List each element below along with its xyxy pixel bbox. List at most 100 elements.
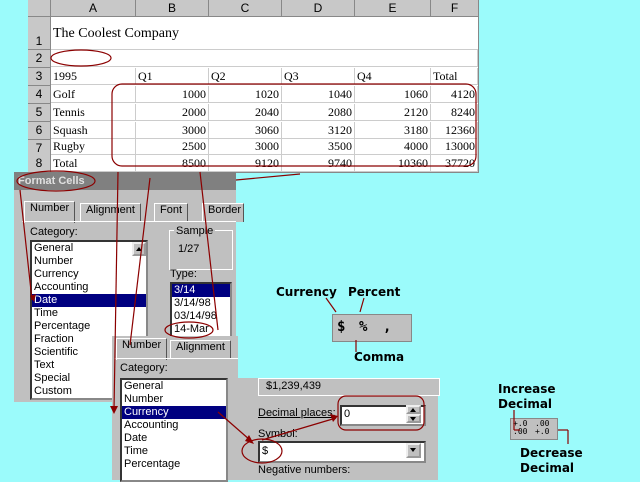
list-item[interactable]: Number bbox=[122, 393, 226, 406]
decrease-decimal-bottom: +.0 bbox=[535, 427, 550, 436]
spin-up-button[interactable] bbox=[406, 405, 421, 414]
currency-style-button[interactable]: $ bbox=[337, 319, 345, 335]
row-header-2[interactable]: 2 bbox=[28, 50, 51, 68]
list-item[interactable]: Percentage bbox=[122, 458, 226, 471]
column-header-e[interactable]: E bbox=[355, 0, 431, 17]
list-item[interactable]: Date bbox=[122, 432, 226, 445]
column-header-a[interactable]: A bbox=[51, 0, 136, 17]
percent-style-button[interactable]: % bbox=[359, 319, 367, 335]
column-header-b[interactable]: B bbox=[136, 0, 209, 17]
symbol-value: $ bbox=[262, 445, 269, 457]
list-item[interactable]: Accounting bbox=[122, 419, 226, 432]
list-item[interactable]: General bbox=[32, 242, 146, 255]
cell-value[interactable]: 37720 bbox=[431, 155, 478, 172]
cell-c3[interactable]: Q2 bbox=[209, 68, 282, 85]
cell-value[interactable]: 2040 bbox=[209, 104, 282, 121]
tab-alignment[interactable]: Alignment bbox=[170, 340, 231, 359]
cell-row-2[interactable] bbox=[51, 50, 478, 67]
left-margin bbox=[0, 0, 28, 172]
cell-value[interactable]: 10360 bbox=[355, 155, 431, 172]
list-item[interactable]: 3/14/98 bbox=[172, 297, 230, 310]
cell-value[interactable]: 1020 bbox=[209, 86, 282, 103]
list-item[interactable]: General bbox=[122, 380, 226, 393]
column-header-f[interactable]: F bbox=[431, 0, 479, 17]
cell-value[interactable]: 3060 bbox=[209, 122, 282, 139]
spin-down-button[interactable] bbox=[406, 414, 421, 423]
cell-value[interactable]: 9740 bbox=[282, 155, 355, 172]
cell-b3[interactable]: Q1 bbox=[136, 68, 209, 85]
tab-font[interactable]: Font bbox=[154, 203, 189, 222]
cell-e3[interactable]: Q4 bbox=[355, 68, 431, 85]
cell-row-label[interactable]: Rugby bbox=[51, 138, 136, 155]
row-header-3[interactable]: 3 bbox=[28, 68, 51, 86]
increase-decimal-button[interactable]: +.0 .00 bbox=[513, 420, 533, 438]
tab-alignment[interactable]: Alignment bbox=[80, 203, 141, 222]
cell-a3[interactable]: 1995 bbox=[51, 68, 136, 85]
tab-number[interactable]: Number bbox=[24, 201, 76, 223]
scroll-up-button[interactable] bbox=[132, 242, 146, 256]
symbol-select[interactable]: $ bbox=[258, 441, 426, 463]
select-all-corner[interactable] bbox=[28, 0, 51, 17]
row-header-5[interactable]: 5 bbox=[28, 104, 51, 122]
list-item[interactable]: Time bbox=[122, 445, 226, 458]
cell-row-label[interactable]: Squash bbox=[51, 122, 136, 139]
cell-value[interactable]: 2500 bbox=[136, 138, 209, 155]
cell-value[interactable]: 2120 bbox=[355, 104, 431, 121]
cell-value[interactable]: 8500 bbox=[136, 155, 209, 172]
column-header-d[interactable]: D bbox=[282, 0, 355, 17]
currency-options-panel: $1,239,439 Decimal places: 0 Symbol: $ N… bbox=[238, 378, 440, 480]
column-header-c[interactable]: C bbox=[209, 0, 282, 17]
cell-a1-title[interactable]: The Coolest Company bbox=[51, 17, 478, 50]
cell-value[interactable]: 4000 bbox=[355, 138, 431, 155]
negative-numbers-label: Negative numbers: bbox=[258, 464, 351, 476]
cell-value[interactable]: 13000 bbox=[431, 138, 478, 155]
list-item[interactable]: 14-Mar bbox=[172, 323, 230, 336]
arrow-up-icon bbox=[410, 408, 416, 412]
row-header-1[interactable]: 1 bbox=[28, 17, 51, 50]
cell-row-label[interactable]: Total bbox=[51, 155, 136, 172]
cell-f3[interactable]: Total bbox=[431, 68, 478, 85]
cell-value[interactable]: 8240 bbox=[431, 104, 478, 121]
list-item-selected[interactable]: 3/14 bbox=[172, 284, 230, 297]
type-list[interactable]: 3/14 3/14/98 03/14/98 14-Mar bbox=[170, 282, 232, 338]
cell-value[interactable]: 3000 bbox=[136, 122, 209, 139]
cell-row-label[interactable]: Tennis bbox=[51, 104, 136, 121]
tab-border[interactable]: Border bbox=[202, 203, 244, 222]
number-format-toolbar: $ % , bbox=[332, 314, 412, 342]
symbol-label: Symbol: bbox=[258, 428, 298, 440]
category-list[interactable]: General Number Currency Accounting Date … bbox=[120, 378, 228, 482]
cell-value[interactable]: 1040 bbox=[282, 86, 355, 103]
cell-value[interactable]: 1000 bbox=[136, 86, 209, 103]
symbol-dropdown-button[interactable] bbox=[406, 443, 421, 458]
list-item[interactable]: Currency bbox=[32, 268, 146, 281]
list-item-selected[interactable]: Date bbox=[32, 294, 146, 307]
cell-value[interactable]: 9120 bbox=[209, 155, 282, 172]
cell-d3[interactable]: Q3 bbox=[282, 68, 355, 85]
cell-row-label[interactable]: Golf bbox=[51, 86, 136, 103]
list-item-selected[interactable]: Currency bbox=[122, 406, 226, 419]
cell-value[interactable]: 3120 bbox=[282, 122, 355, 139]
list-item[interactable]: Percentage bbox=[32, 320, 146, 333]
row-header-6[interactable]: 6 bbox=[28, 122, 51, 140]
row-header-4[interactable]: 4 bbox=[28, 86, 51, 104]
dialog-title: Format Cells bbox=[14, 172, 236, 190]
list-item[interactable]: 03/14/98 bbox=[172, 310, 230, 323]
row-header-8[interactable]: 8 bbox=[28, 155, 51, 173]
tab-divider bbox=[114, 358, 238, 359]
cell-value[interactable]: 3000 bbox=[209, 138, 282, 155]
tab-number[interactable]: Number bbox=[116, 338, 168, 360]
list-item[interactable]: Number bbox=[32, 255, 146, 268]
arrow-up-icon bbox=[136, 247, 142, 251]
comma-style-button[interactable]: , bbox=[383, 319, 391, 335]
cell-value[interactable]: 2080 bbox=[282, 104, 355, 121]
cell-value[interactable]: 3180 bbox=[355, 122, 431, 139]
cell-value[interactable]: 2000 bbox=[136, 104, 209, 121]
cell-value[interactable]: 1060 bbox=[355, 86, 431, 103]
decrease-decimal-button[interactable]: .00 +.0 bbox=[535, 420, 555, 438]
cell-value[interactable]: 12360 bbox=[431, 122, 478, 139]
list-item[interactable]: Accounting bbox=[32, 281, 146, 294]
list-item[interactable]: Time bbox=[32, 307, 146, 320]
cell-value[interactable]: 3500 bbox=[282, 138, 355, 155]
chevron-down-icon bbox=[410, 448, 416, 452]
cell-value[interactable]: 4120 bbox=[431, 86, 478, 103]
